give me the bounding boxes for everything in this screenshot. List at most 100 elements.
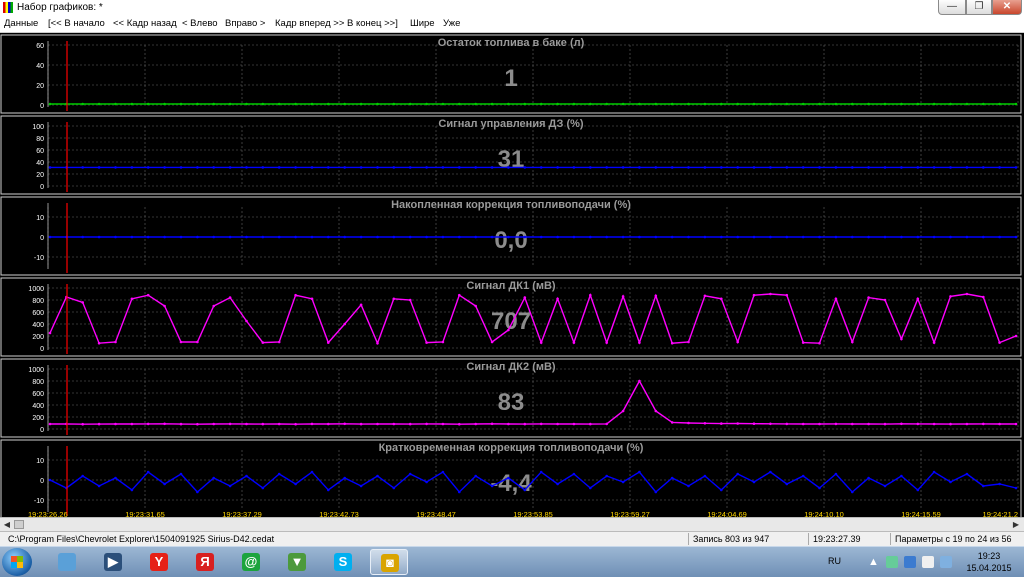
menu-to-start[interactable]: [<< В начало	[48, 18, 105, 29]
data-point	[621, 166, 625, 169]
taskbar-button[interactable]: ▶	[94, 549, 132, 575]
language-indicator[interactable]: RU	[828, 556, 841, 566]
x-tick-label: 19:24:10.10	[804, 510, 844, 517]
data-point	[458, 422, 461, 426]
chart-panel[interactable]: -10 0 10 Накопленная коррекция топливоподач…	[0, 196, 1022, 276]
x-tick-label: 19:23:59.27	[610, 510, 650, 517]
data-point	[982, 102, 985, 106]
data-point	[146, 293, 150, 297]
scroll-left-arrow-icon[interactable]: ◀	[1, 519, 13, 530]
menu-narrower[interactable]: Уже	[443, 18, 460, 29]
y-tick-label: 10	[36, 215, 44, 222]
taskbar-button[interactable]: @	[232, 549, 270, 575]
taskbar-button[interactable]: Я	[186, 549, 224, 575]
media-player-icon: ▶	[104, 553, 122, 571]
network-icon[interactable]	[904, 556, 916, 568]
chart-panel[interactable]: 0 200 400 600 800 1000 Сигнал ДК2 (мВ) 83	[0, 358, 1022, 438]
data-point	[359, 484, 363, 488]
data-point	[670, 166, 674, 169]
chart-panel[interactable]: 0 20 40 60 80 100 Сигнал управления ДЗ (%) 31	[0, 115, 1022, 195]
charts-canvas[interactable]: 0204060 Остаток топлива в баке (л)1020406…	[0, 33, 1024, 517]
close-button[interactable]: ✕	[992, 0, 1022, 15]
scroll-right-arrow-icon[interactable]: ▶	[1010, 519, 1022, 530]
data-point	[245, 474, 248, 478]
data-point	[687, 166, 690, 169]
data-point	[605, 235, 608, 239]
tray-app-icon[interactable]	[886, 556, 898, 568]
show-hidden-icons-icon[interactable]: ▲	[868, 556, 880, 568]
data-point	[752, 166, 756, 169]
horizontal-scrollbar[interactable]: ◀ ▶	[0, 517, 1024, 531]
data-point	[490, 340, 494, 344]
taskbar-button[interactable]: S	[324, 549, 362, 575]
data-point	[163, 482, 166, 486]
data-point	[277, 102, 281, 106]
data-point	[146, 102, 150, 106]
menu-wider[interactable]: Шире	[410, 18, 435, 29]
data-point	[654, 235, 658, 239]
data-point	[801, 235, 805, 239]
menu-to-end[interactable]: В конец >>]	[347, 18, 398, 29]
data-point	[97, 102, 101, 106]
y-tick-label: 60	[36, 148, 44, 155]
data-point	[114, 235, 117, 239]
menu-right[interactable]: Вправо >	[225, 18, 265, 29]
taskbar-button[interactable]: Y	[140, 549, 178, 575]
menu-frame-forward[interactable]: Кадр вперед >>	[275, 18, 344, 29]
chart-panel[interactable]: 0 200 400 600 800 1000 Сигнал ДК1 (мВ) 707	[0, 277, 1022, 357]
data-point	[114, 102, 117, 106]
data-point	[998, 166, 1001, 169]
taskbar-button[interactable]	[48, 549, 86, 575]
chart-panel[interactable]: -10 0 10 Кратковременная коррекция топливоп…	[0, 439, 1022, 517]
data-point	[228, 296, 232, 299]
clock[interactable]: 19:23 15.04.2015	[960, 550, 1018, 574]
data-point	[982, 235, 985, 239]
minimize-button[interactable]: —	[938, 0, 966, 15]
status-params: Параметры с 19 по 24 из 56	[890, 533, 1012, 545]
data-point	[425, 341, 428, 344]
data-point	[212, 166, 215, 169]
taskbar-button[interactable]: ▼	[278, 549, 316, 575]
volume-icon[interactable]	[922, 556, 934, 568]
data-point	[556, 166, 559, 169]
start-button[interactable]	[2, 548, 32, 576]
data-point	[474, 422, 478, 426]
data-point	[130, 297, 134, 301]
data-point	[556, 235, 559, 239]
data-point	[916, 235, 920, 239]
data-point	[539, 341, 543, 344]
menu-data[interactable]: Данные	[4, 18, 38, 29]
data-point	[932, 341, 936, 344]
data-point	[572, 422, 576, 426]
yandex-browser-icon: Y	[150, 553, 168, 571]
data-point	[179, 102, 183, 106]
maximize-button[interactable]: ❐	[966, 0, 992, 15]
data-point	[523, 235, 527, 239]
data-point	[179, 166, 183, 169]
shield-app-icon: ▼	[288, 553, 306, 571]
y-tick-label: 600	[32, 310, 44, 317]
menu-frame-back[interactable]: << Кадр назад	[113, 18, 177, 29]
data-point	[883, 484, 887, 488]
data-point	[179, 340, 183, 344]
data-point	[441, 235, 445, 239]
action-center-icon[interactable]	[940, 556, 952, 568]
data-point	[523, 296, 527, 299]
chart-title: Сигнал управления ДЗ (%)	[438, 118, 584, 130]
data-point	[736, 422, 739, 425]
charts-area[interactable]: 0 20 40 60 Остаток топлива в баке (л) 1 0 20 40 6…	[0, 33, 1024, 517]
taskbar-button[interactable]: ◙	[370, 549, 408, 575]
data-point	[81, 301, 84, 304]
data-point	[1014, 166, 1018, 169]
data-point	[48, 235, 52, 239]
menu-left[interactable]: < Влево	[182, 18, 218, 29]
data-point	[883, 235, 887, 239]
data-point	[769, 102, 772, 106]
data-point	[196, 490, 199, 494]
chart-panel[interactable]: 0 20 40 60 Остаток топлива в баке (л) 1	[0, 34, 1022, 114]
scroll-thumb[interactable]	[14, 520, 24, 529]
chart-title: Остаток топлива в баке (л)	[438, 37, 585, 49]
y-tick-label: 20	[36, 83, 44, 90]
data-point	[310, 422, 314, 426]
data-point	[654, 490, 658, 494]
